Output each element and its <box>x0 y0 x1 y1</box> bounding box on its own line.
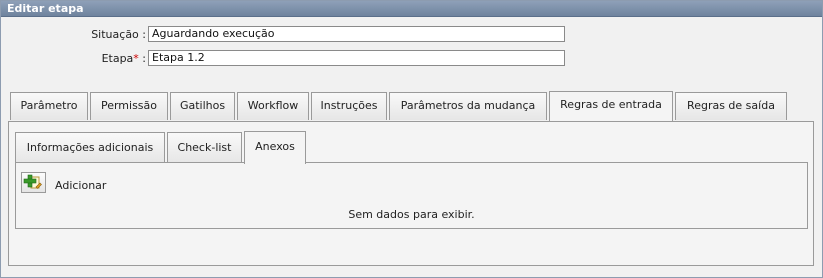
panel-header: Editar etapa <box>1 1 822 17</box>
etapa-label-colon: : <box>138 52 146 65</box>
tab-parametros-da-mudanca[interactable]: Parâmetros da mudança <box>389 92 547 120</box>
tab-instrucoes[interactable]: Instruções <box>311 92 387 120</box>
situacao-field[interactable]: Aguardando execução <box>148 26 565 42</box>
tab-regras-de-entrada[interactable]: Regras de entrada <box>549 91 673 121</box>
add-button-label[interactable]: Adicionar <box>55 179 106 192</box>
tab-gatilhos[interactable]: Gatilhos <box>170 92 235 120</box>
subtab-anexos[interactable]: Anexos <box>244 131 306 164</box>
add-button[interactable] <box>21 172 46 193</box>
subtab-check-list[interactable]: Check-list <box>167 132 242 163</box>
edit-stage-panel: Editar etapa Situação : Aguardando execu… <box>0 0 823 278</box>
etapa-label-text: Etapa <box>101 52 134 65</box>
tab-regras-de-saida[interactable]: Regras de saída <box>675 92 787 120</box>
situacao-label: Situação : <box>91 28 146 41</box>
etapa-label: Etapa* : <box>102 52 146 65</box>
add-attachment-icon <box>23 174 42 189</box>
panel-title: Editar etapa <box>7 2 84 15</box>
tab-workflow[interactable]: Workflow <box>237 92 309 120</box>
etapa-field[interactable]: Etapa 1.2 <box>148 50 565 66</box>
subtab-informacoes-adicionais[interactable]: Informações adicionais <box>15 132 165 163</box>
tab-parametro[interactable]: Parâmetro <box>10 92 88 120</box>
empty-grid-message: Sem dados para exibir. <box>348 208 475 221</box>
tab-permissao[interactable]: Permissão <box>90 92 168 120</box>
